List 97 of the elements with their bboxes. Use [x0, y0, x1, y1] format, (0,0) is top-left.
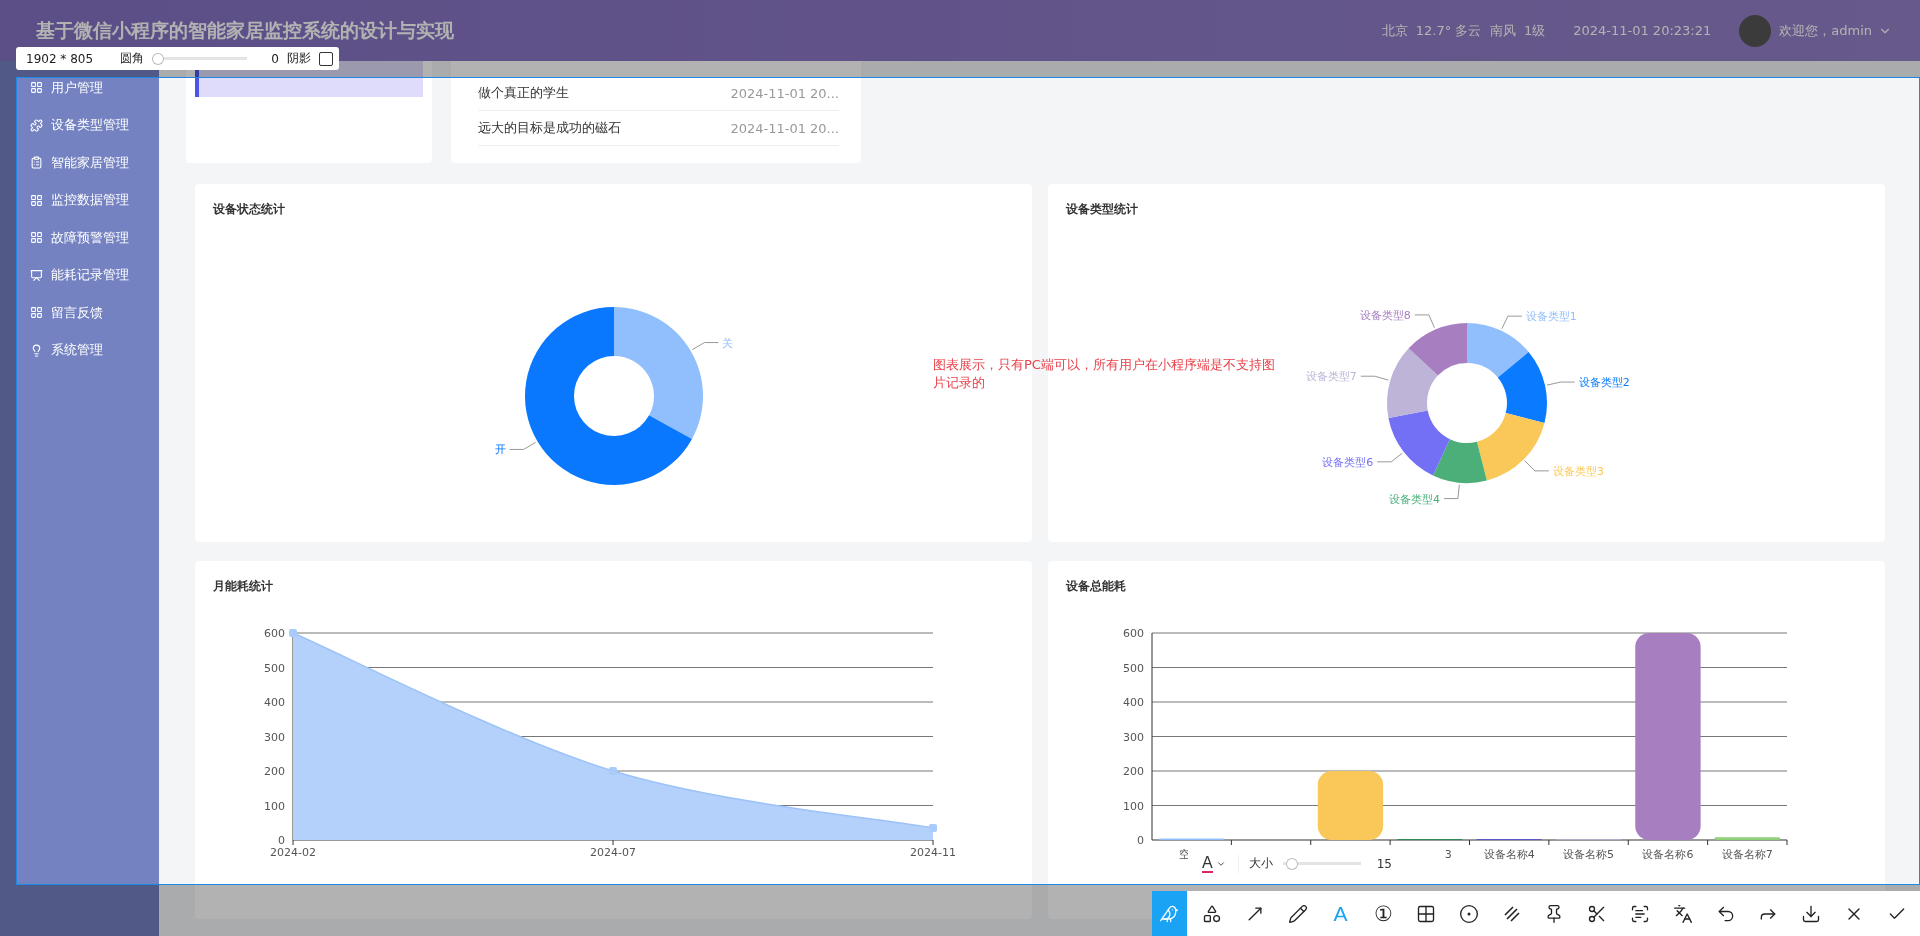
- shapes-icon: [1202, 903, 1223, 924]
- donut-slice: [1387, 348, 1438, 418]
- slice-label: 设备类型4: [1388, 492, 1440, 506]
- axis-tick-label: 500: [1123, 661, 1144, 675]
- leader-line: [1360, 375, 1389, 381]
- slice-label: 设备类型6: [1322, 455, 1374, 469]
- axis-tick-label: 200: [1123, 765, 1144, 778]
- app-title: 基于微信小程序的智能家居监控系统的设计与实现: [36, 17, 455, 43]
- donut-slice: [1467, 323, 1529, 378]
- grid-icon: [30, 193, 43, 207]
- grid-icon: [30, 81, 43, 95]
- news-date: 2024-11-01 20...: [730, 120, 839, 136]
- leader-line: [1524, 460, 1550, 472]
- sidebar-item[interactable]: 能耗记录管理: [0, 256, 159, 294]
- data-point: [929, 823, 937, 832]
- slice-label: 设备类型1: [1525, 310, 1577, 324]
- sidebar-item[interactable]: 监控数据管理: [0, 181, 159, 219]
- annotation-text: 图表展示，只有PC端可以，所有用户在小程序端是不支持图片记录的: [933, 356, 1276, 392]
- mosaic-icon: [1416, 903, 1437, 924]
- bar: [1714, 837, 1780, 840]
- axis-tick-label: 3: [1444, 848, 1452, 861]
- datetime-text: 2024-11-01 20:23:21: [1573, 23, 1712, 38]
- data-point: [289, 629, 297, 637]
- sidebar-item[interactable]: 故障预警管理: [0, 219, 159, 257]
- axis-tick-label: 设备名称4: [1483, 848, 1535, 861]
- axis-tick-label: 设备名称5: [1563, 848, 1615, 861]
- leader-line: [1443, 484, 1460, 500]
- weather-text: 北京 12.7° 多云 南风 1级: [1381, 21, 1546, 40]
- grid-icon: [30, 306, 43, 320]
- axis-tick-label: 200: [264, 765, 285, 778]
- chart-title: 月能耗统计: [212, 578, 274, 595]
- sidebar-item[interactable]: 系统管理: [0, 331, 159, 369]
- scan-text-icon: [1630, 903, 1650, 924]
- pencil-icon: [1287, 903, 1308, 924]
- sidebar-item[interactable]: 设备类型管理: [0, 106, 159, 144]
- donut-slice: [1408, 323, 1467, 376]
- size-label: 大小: [1248, 855, 1273, 872]
- slice-label: 设备类型3: [1552, 464, 1604, 478]
- data-point: [609, 767, 617, 775]
- axis-tick-label: 300: [264, 730, 285, 744]
- bird-icon: [1159, 903, 1180, 924]
- chart-title: 设备类型统计: [1064, 201, 1139, 218]
- leader-line: [509, 441, 537, 450]
- corner-value: 0: [270, 51, 279, 66]
- axis-tick-label: 600: [264, 627, 285, 640]
- axis-tick-label: 设备名称6: [1642, 848, 1694, 861]
- bar: [1317, 771, 1384, 840]
- size-value: 15: [1376, 856, 1392, 871]
- slice-label: 设备类型8: [1359, 308, 1411, 322]
- axis-tick-label: 600: [1123, 627, 1144, 640]
- bulb-icon: [30, 343, 43, 357]
- axis-tick-label: 2024-07: [590, 846, 636, 859]
- download-icon: [1801, 903, 1822, 924]
- leader-line: [691, 342, 719, 351]
- axis-tick-label: 100: [1123, 799, 1144, 813]
- donut-slice: [1497, 352, 1547, 423]
- axis-tick-label: 0: [278, 834, 285, 847]
- news-title[interactable]: 远大的目标是成功的磁石: [478, 119, 621, 137]
- slice-label: 设备类型7: [1305, 370, 1357, 384]
- shadow-checkbox[interactable]: [319, 51, 333, 66]
- slice-label: 设备类型2: [1578, 376, 1630, 390]
- axis-tick-label: 400: [264, 696, 285, 709]
- axis-tick-label: 2024-02: [270, 846, 316, 859]
- sidebar-item[interactable]: 留言反馈: [0, 294, 159, 332]
- axis-tick-label: 2024-11: [910, 846, 956, 859]
- axis-tick-label: 0: [1137, 834, 1144, 847]
- chart-title: 设备状态统计: [211, 201, 286, 218]
- stand-icon: [30, 268, 43, 282]
- translate-icon: [1672, 903, 1693, 924]
- shadow-label: 阴影: [287, 50, 311, 67]
- font-color-button[interactable]: A: [1202, 854, 1239, 873]
- app-button[interactable]: [1152, 891, 1187, 936]
- chart-title: 设备总能耗: [1064, 578, 1127, 595]
- axis-tick-label: 设备名称7: [1721, 848, 1773, 861]
- axis-tick-label: 100: [264, 799, 285, 813]
- slice-label: 关: [722, 336, 734, 350]
- corner-label: 圆角: [120, 50, 144, 67]
- leader-line: [1376, 452, 1403, 463]
- blur-icon: [1458, 903, 1479, 924]
- number-tool-button[interactable]: ①: [1365, 891, 1401, 936]
- leader-line: [1414, 314, 1435, 329]
- news-date: 2024-11-01 20...: [730, 85, 839, 101]
- axis-tick-label: 300: [1123, 730, 1144, 744]
- axis-tick-label: 400: [1123, 696, 1144, 709]
- puzzle-icon: [30, 118, 43, 132]
- news-title[interactable]: 做个真正的学生: [478, 84, 569, 102]
- leader-line: [1501, 315, 1523, 330]
- greeting-text: 欢迎您，admin: [1779, 21, 1872, 40]
- slice-label: 开: [494, 443, 506, 457]
- grid-icon: [30, 231, 43, 245]
- leader-line: [1546, 381, 1576, 386]
- sidebar-item[interactable]: 智能家居管理: [0, 144, 159, 182]
- capture-frame[interactable]: [16, 77, 1920, 885]
- size-text: 1902 * 805: [26, 51, 95, 66]
- text-tool-button[interactable]: A: [1323, 891, 1358, 936]
- clipboard-icon: [30, 156, 43, 170]
- axis-tick-label: 500: [264, 661, 285, 675]
